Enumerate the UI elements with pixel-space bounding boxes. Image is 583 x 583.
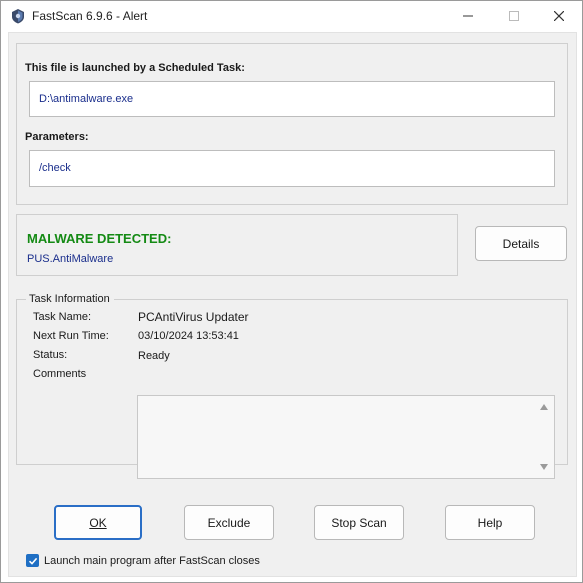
ok-button-label: OK (89, 515, 107, 530)
minimize-icon (463, 15, 473, 17)
status-label: Status: (33, 349, 68, 361)
window-title: FastScan 6.9.6 - Alert (32, 9, 148, 23)
app-icon (10, 8, 26, 24)
checkmark-icon (28, 557, 37, 565)
status-value: Ready (138, 350, 170, 362)
exclude-button[interactable]: Exclude (184, 505, 274, 540)
scroll-up-icon[interactable] (540, 404, 548, 410)
launched-by-label: This file is launched by a Scheduled Tas… (25, 62, 245, 74)
maximize-icon (509, 11, 519, 21)
malware-detected-group: MALWARE DETECTED: PUS.AntiMalware (16, 214, 458, 276)
parameters-label: Parameters: (25, 131, 89, 143)
task-name-label: Task Name: (33, 311, 92, 323)
close-icon (554, 11, 564, 21)
details-button[interactable]: Details (475, 226, 567, 261)
stop-scan-button[interactable]: Stop Scan (314, 505, 404, 540)
next-run-time-value: 03/10/2024 13:53:41 (138, 330, 239, 342)
launch-main-program-option[interactable]: Launch main program after FastScan close… (26, 554, 260, 567)
comments-label: Comments (33, 368, 87, 380)
task-name-value: PCAntiVirus Updater (138, 310, 249, 324)
file-path-field[interactable]: D:\antimalware.exe (29, 81, 555, 117)
dialog-body: This file is launched by a Scheduled Tas… (8, 32, 577, 577)
launch-main-program-label: Launch main program after FastScan close… (44, 554, 260, 567)
parameters-value: /check (39, 162, 71, 174)
parameters-field[interactable]: /check (29, 150, 555, 187)
alert-window: FastScan 6.9.6 - Alert This file is laun… (0, 0, 583, 583)
comments-textarea[interactable] (137, 395, 555, 479)
task-information-legend: Task Information (26, 293, 114, 305)
task-information-group: Task Information Task Name: PCAntiVirus … (16, 293, 568, 479)
title-bar[interactable]: FastScan 6.9.6 - Alert (1, 1, 582, 31)
help-button[interactable]: Help (445, 505, 535, 540)
file-path-value: D:\antimalware.exe (39, 93, 134, 105)
maximize-button[interactable] (491, 1, 537, 31)
file-info-group: This file is launched by a Scheduled Tas… (16, 43, 568, 205)
launch-main-program-checkbox[interactable] (26, 554, 39, 567)
scroll-down-icon[interactable] (540, 464, 548, 470)
next-run-time-label: Next Run Time: (33, 330, 109, 342)
malware-detected-heading: MALWARE DETECTED: (27, 231, 172, 246)
close-button[interactable] (536, 1, 582, 31)
minimize-button[interactable] (445, 1, 491, 31)
ok-button[interactable]: OK (54, 505, 142, 540)
malware-name: PUS.AntiMalware (27, 253, 114, 265)
